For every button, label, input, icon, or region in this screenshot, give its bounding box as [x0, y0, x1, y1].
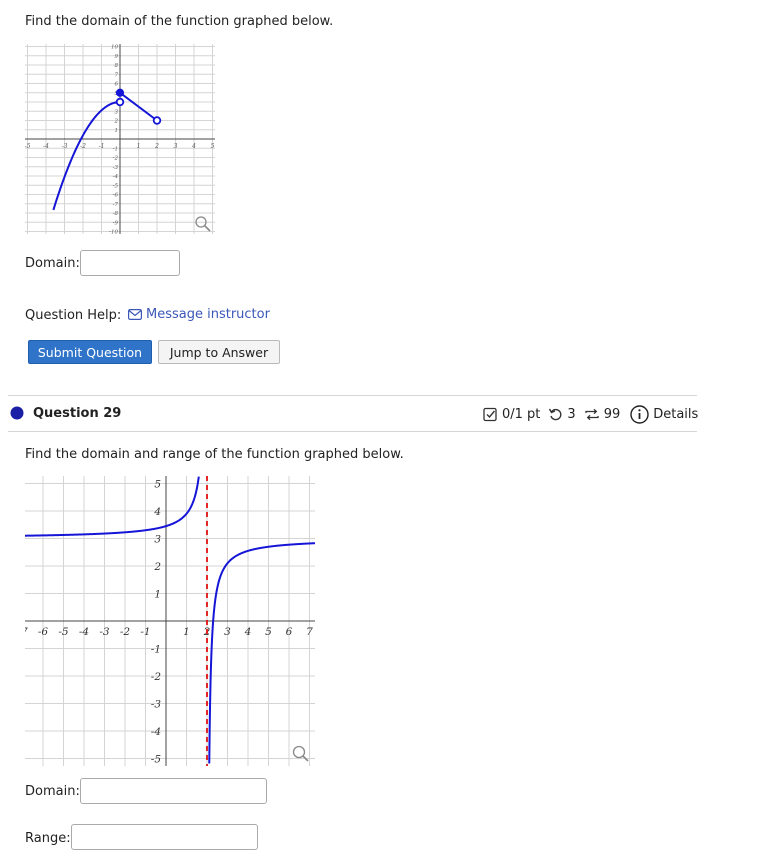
divider-top — [8, 395, 697, 396]
q29-range-label: Range: — [25, 831, 71, 846]
y-tick-label: -5 — [113, 183, 119, 189]
x-tick-label: 7 — [306, 626, 313, 638]
x-tick-label: 6 — [286, 626, 293, 638]
y-tick-label: 5 — [154, 479, 161, 491]
y-tick-label: 6 — [115, 82, 119, 88]
graph1-axes — [25, 44, 215, 234]
graph2-tick-labels: -7-6-5-4-3-2-1123456754321-1-2-3-4-5 — [25, 479, 313, 766]
y-tick-label: -2 — [113, 156, 119, 162]
x-tick-label: -1 — [99, 143, 105, 150]
score-text: 0/1 pt — [502, 407, 541, 422]
message-instructor-link[interactable]: Message instructor — [128, 307, 270, 322]
y-tick-label: 1 — [115, 128, 119, 134]
y-tick-label: 2 — [153, 561, 161, 573]
info-icon[interactable] — [630, 405, 649, 424]
x-tick-label: 5 — [211, 143, 215, 150]
question-status-dot-icon — [10, 406, 24, 420]
x-tick-label: 1 — [137, 143, 141, 150]
divider-bottom — [8, 431, 697, 432]
y-tick-label: -10 — [109, 230, 118, 235]
x-tick-label: -4 — [43, 143, 49, 150]
x-tick-label: -3 — [62, 143, 68, 150]
x-tick-label: 3 — [174, 143, 178, 150]
q29-domain-input[interactable] — [80, 778, 267, 804]
x-tick-label: -2 — [80, 143, 86, 150]
jump-to-answer-button[interactable]: Jump to Answer — [158, 340, 280, 364]
y-tick-label: 3 — [115, 109, 119, 115]
open-point — [115, 97, 125, 107]
graph1-magnifier-icon — [195, 216, 211, 232]
retries-count: 3 — [567, 407, 576, 422]
envelope-icon — [128, 309, 142, 320]
retry-icon — [549, 408, 562, 421]
x-tick-label: -5 — [25, 143, 31, 150]
message-instructor-text: Message instructor — [146, 307, 270, 322]
x-tick-label: -2 — [120, 626, 131, 638]
y-tick-label: -4 — [113, 174, 119, 180]
x-tick-label: 2 — [154, 143, 159, 150]
x-tick-label: -7 — [25, 626, 28, 638]
y-tick-label: 2 — [114, 119, 119, 125]
y-tick-label: -8 — [113, 211, 119, 217]
question-help-label: Question Help: — [25, 308, 122, 323]
graph2-axes — [25, 476, 315, 766]
q29-prompt: Find the domain and range of the functio… — [25, 447, 404, 462]
attempts-cycle-icon — [585, 408, 599, 421]
checkbox-score-icon — [483, 407, 497, 422]
curve-right-branch — [208, 542, 315, 764]
q29-range-input[interactable] — [71, 824, 258, 850]
x-tick-label: 3 — [224, 626, 231, 638]
q29-domain-label: Domain: — [25, 784, 80, 799]
q28-graph: -5-4-3-2-11234510987654321-1-2-3-4-5-6-7… — [25, 44, 215, 234]
y-tick-label: -3 — [151, 699, 162, 711]
x-tick-label: -3 — [99, 626, 110, 638]
y-tick-label: -4 — [151, 726, 161, 738]
y-tick-label: 10 — [111, 45, 118, 51]
x-tick-label: 1 — [183, 626, 190, 638]
q29-graph: -7-6-5-4-3-2-1123456754321-1-2-3-4-5 — [25, 476, 315, 766]
x-tick-label: 5 — [265, 626, 272, 638]
y-tick-label: 1 — [154, 589, 161, 601]
x-tick-label: -4 — [79, 626, 89, 638]
y-tick-label: 7 — [115, 72, 119, 78]
open-point — [152, 116, 162, 125]
graph2-function-curve — [25, 476, 315, 764]
question-29-title: Question 29 — [33, 406, 122, 421]
y-tick-label: 8 — [115, 63, 119, 69]
graph1-function-curve — [52, 88, 162, 211]
submit-question-button[interactable]: Submit Question — [28, 340, 152, 364]
y-tick-label: 9 — [115, 54, 119, 60]
x-tick-label: 4 — [244, 626, 252, 638]
curve-segment-left — [52, 101, 121, 211]
y-tick-label: -5 — [151, 754, 162, 766]
details-link[interactable]: Details — [653, 407, 698, 422]
y-tick-label: -2 — [151, 671, 162, 683]
q28-domain-label: Domain: — [25, 256, 80, 271]
y-tick-label: -7 — [113, 202, 119, 208]
curve-left-branch — [25, 476, 200, 537]
y-tick-label: 4 — [153, 506, 161, 518]
y-tick-label: 3 — [154, 534, 161, 546]
y-tick-label: -6 — [113, 193, 119, 199]
q28-domain-input[interactable] — [80, 250, 180, 276]
x-tick-label: -6 — [38, 626, 49, 638]
y-tick-label: -1 — [151, 644, 161, 656]
closed-point — [115, 88, 125, 97]
x-tick-label: -1 — [140, 626, 150, 638]
attempts-count: 99 — [603, 407, 621, 422]
x-tick-label: 4 — [191, 143, 196, 150]
y-tick-label: -1 — [113, 146, 118, 152]
q28-prompt: Find the domain of the function graphed … — [25, 14, 334, 29]
x-tick-label: -5 — [58, 626, 69, 638]
question-meta: 0/1 pt 3 99 Details — [483, 405, 698, 424]
y-tick-label: -9 — [113, 220, 119, 226]
y-tick-label: -3 — [113, 165, 119, 171]
